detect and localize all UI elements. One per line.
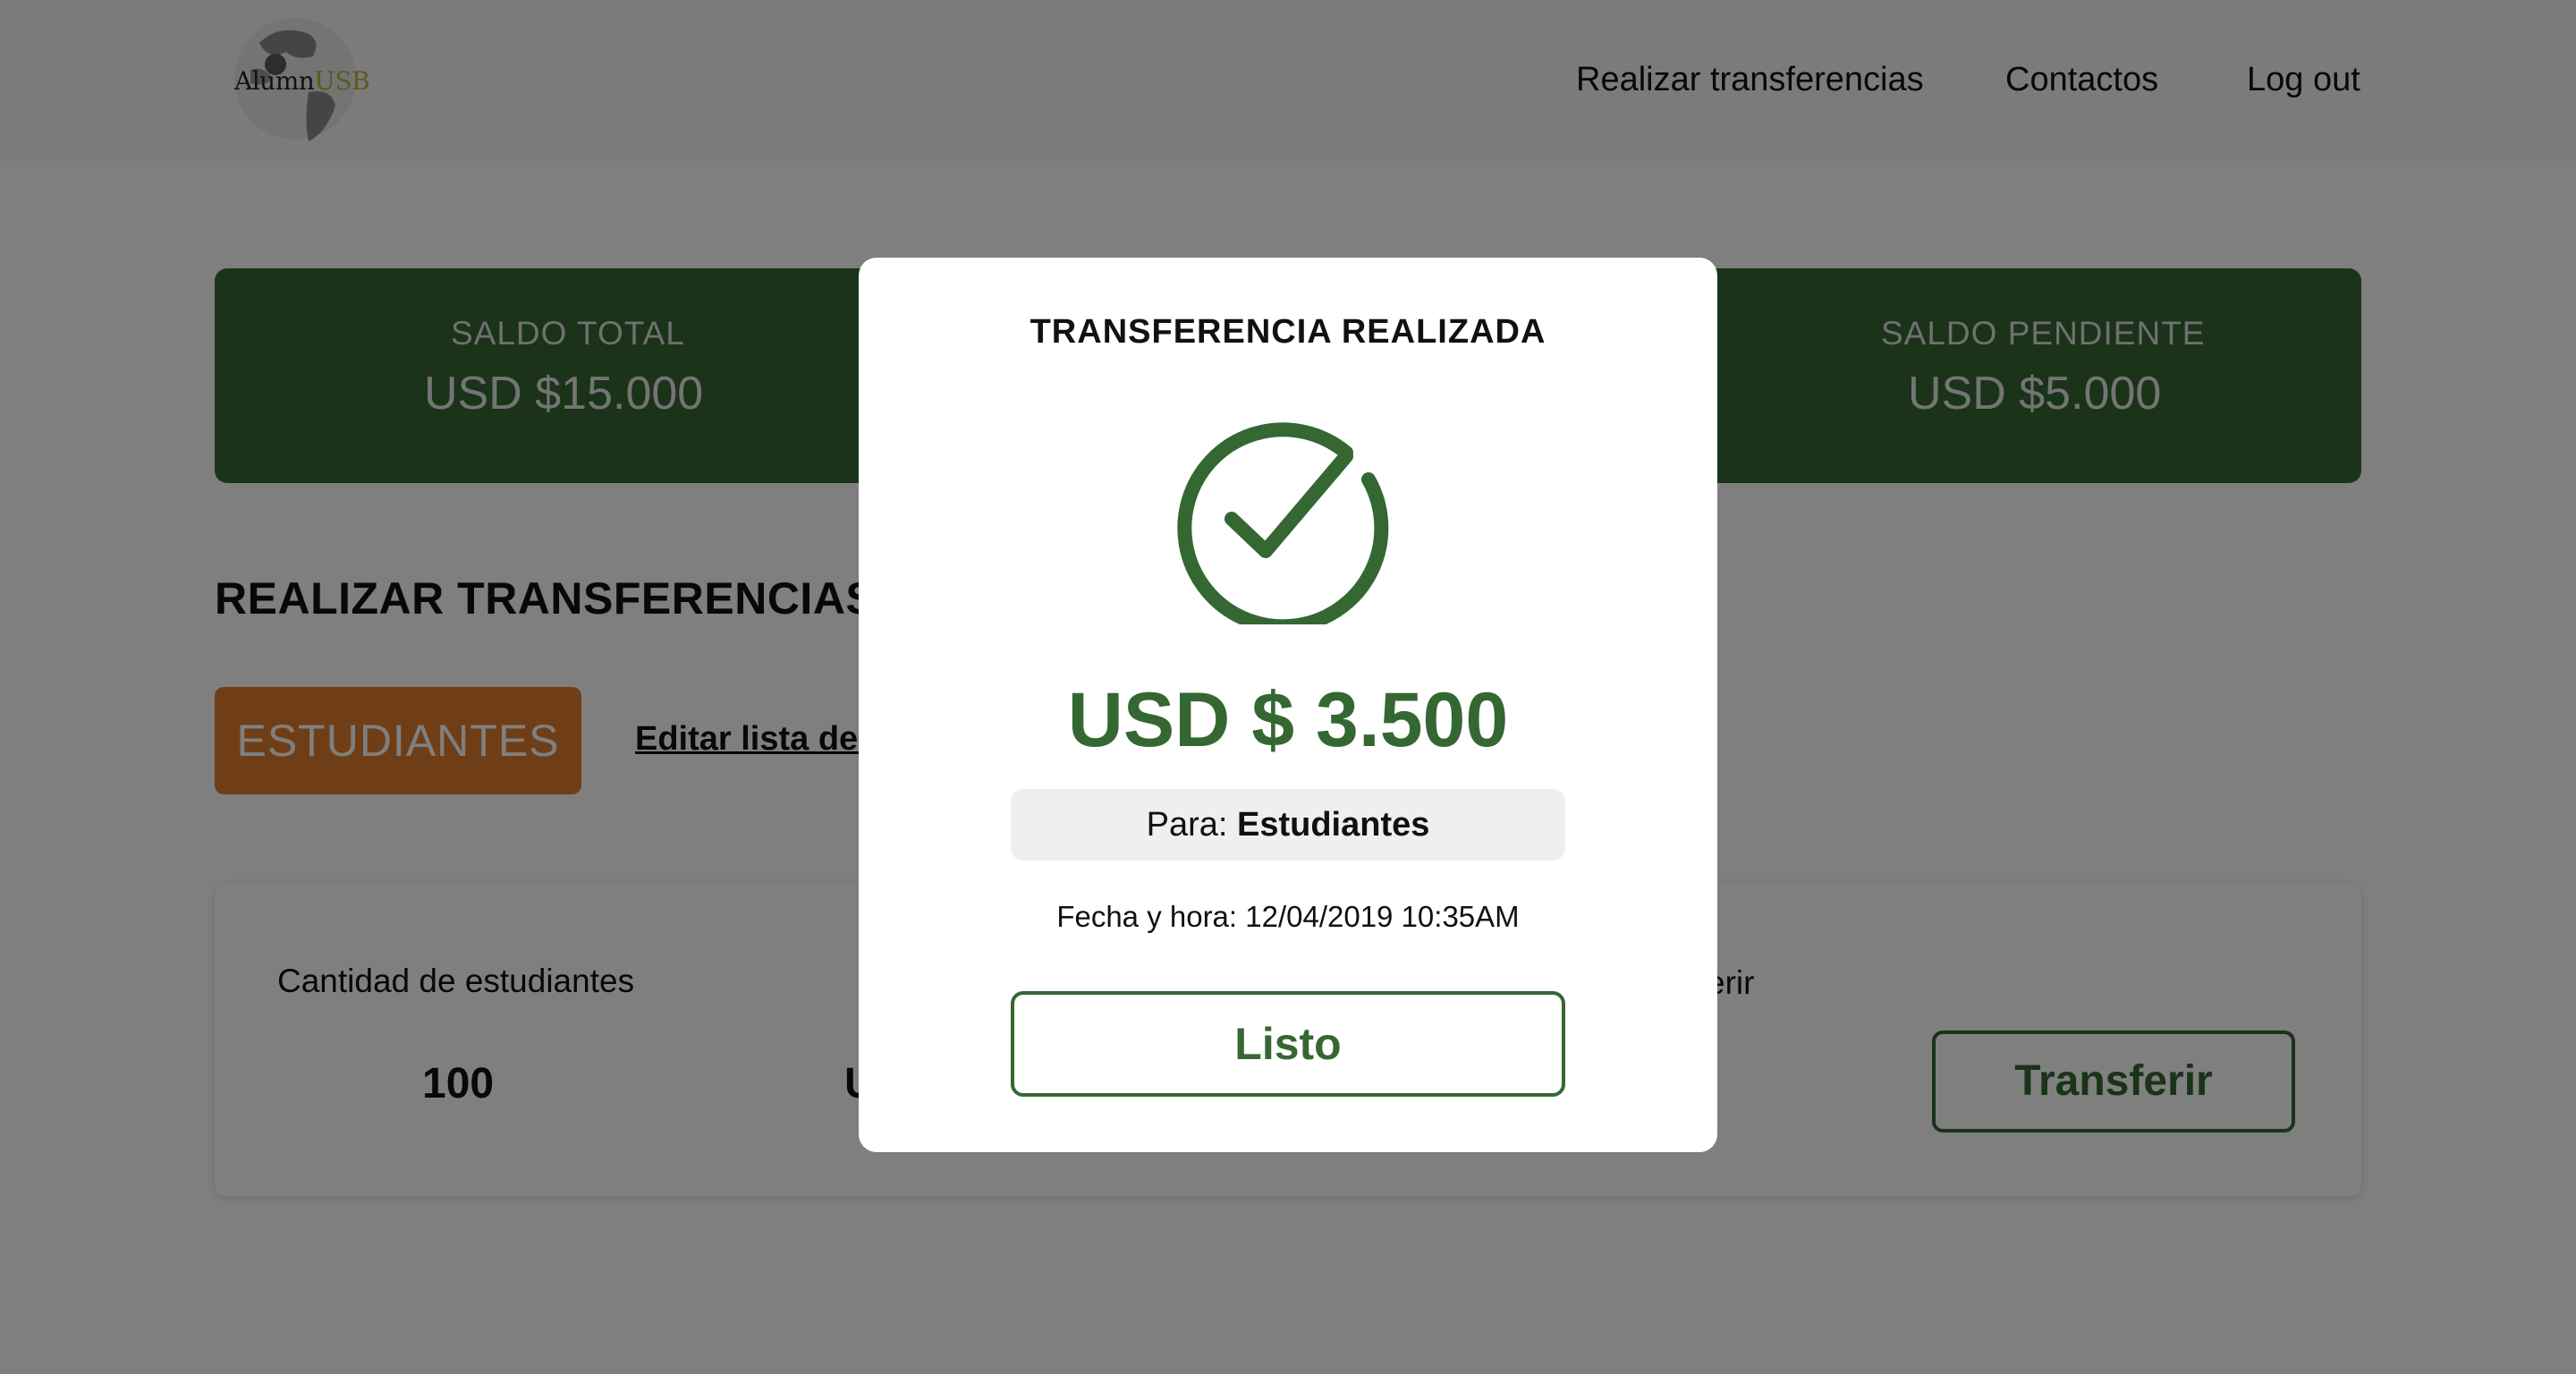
done-button[interactable]: Listo bbox=[1011, 991, 1565, 1097]
recipient-box: Para: Estudiantes bbox=[1011, 789, 1565, 861]
transfer-success-modal: TRANSFERENCIA REALIZADA USD $ 3.500 Para… bbox=[859, 258, 1717, 1152]
check-circle-icon bbox=[1177, 422, 1389, 624]
recipient-label: Para: bbox=[1146, 806, 1228, 844]
modal-title: TRANSFERENCIA REALIZADA bbox=[1030, 313, 1546, 351]
recipient-value: Estudiantes bbox=[1237, 806, 1430, 844]
transfer-amount: USD $ 3.500 bbox=[1067, 677, 1509, 763]
transfer-datetime: Fecha y hora: 12/04/2019 10:35AM bbox=[1056, 900, 1520, 933]
